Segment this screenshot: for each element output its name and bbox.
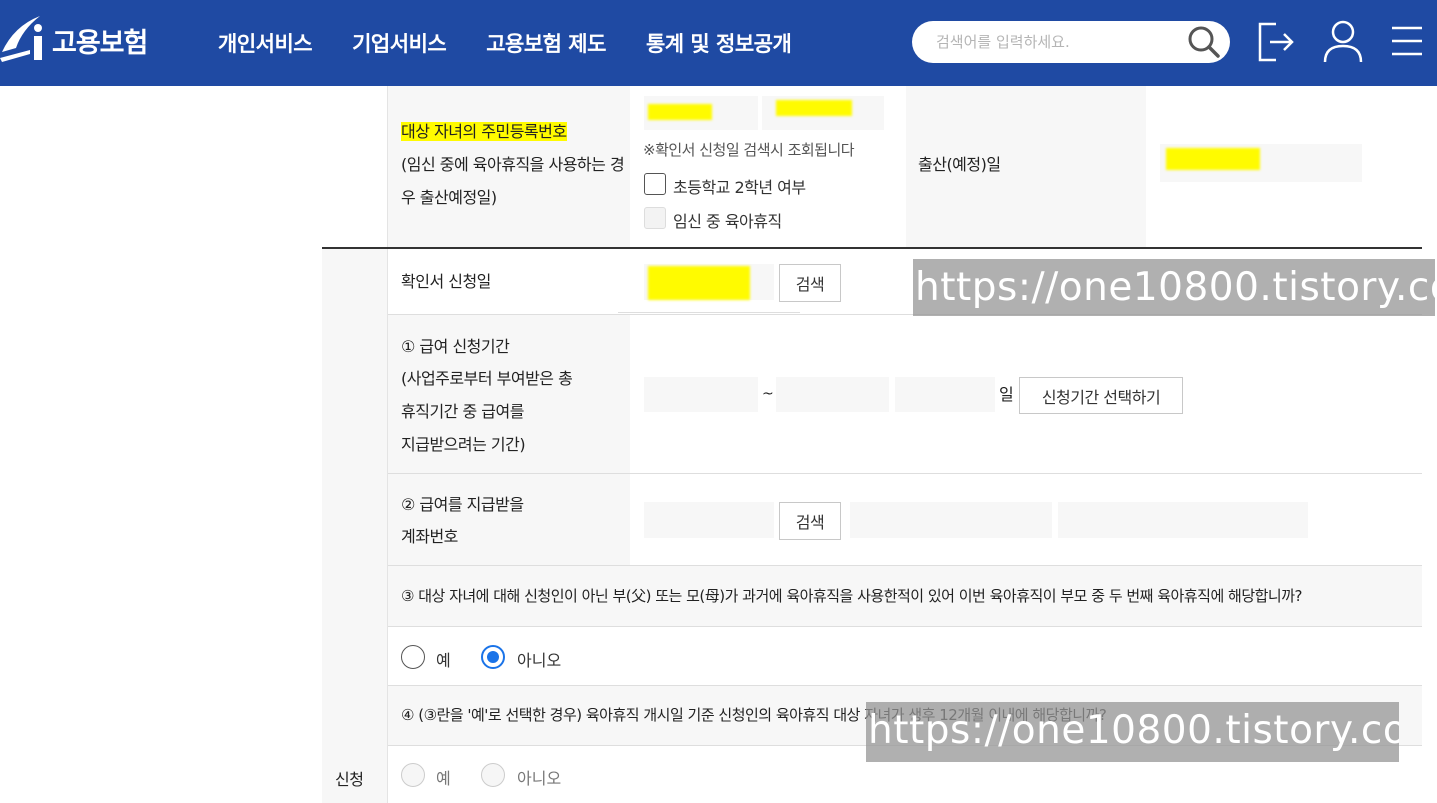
top-header: 고용보험 개인서비스 기업서비스 고용보험 제도 통계 및 정보공개 xyxy=(0,0,1437,86)
birth-date-label: 출산(예정)일 xyxy=(918,155,1001,174)
redacted-value xyxy=(776,100,852,116)
logout-icon[interactable] xyxy=(1256,20,1296,64)
q4-yes-radio[interactable] xyxy=(401,763,425,787)
logo-mark-icon xyxy=(0,16,42,62)
watermark-2: https://one10800.tistory.com xyxy=(866,702,1399,762)
grade2-label: 초등학교 2학년 여부 xyxy=(673,178,806,197)
child-id-label-text: 대상 자녀의 주민등록번호 xyxy=(401,122,567,141)
grade2-checkbox[interactable] xyxy=(644,173,666,195)
account-search-button[interactable]: 검색 xyxy=(779,502,841,540)
child-id-sub-label: (임신 중에 육아휴직을 사용하는 경우 출산예정일) xyxy=(401,155,625,207)
period-label-line3: 휴직기간 중 급여를 xyxy=(401,402,524,421)
q4-yes-label: 예 xyxy=(436,769,451,788)
user-icon[interactable] xyxy=(1322,18,1364,64)
pregnancy-leave-checkbox[interactable] xyxy=(644,207,666,229)
account-label-line1: ② 급여를 지급받을 xyxy=(401,495,524,514)
bank-input[interactable] xyxy=(644,502,774,538)
row-divider xyxy=(388,626,1422,627)
q3-text: ③ 대상 자녀에 대해 신청인이 아닌 부(父) 또는 모(母)가 과거에 육아… xyxy=(401,587,1302,605)
confirm-date-search-button[interactable]: 검색 xyxy=(779,264,841,302)
account-number-input[interactable] xyxy=(850,502,1052,538)
nav-statistics[interactable]: 통계 및 정보공개 xyxy=(646,28,792,58)
period-tilde: ~ xyxy=(762,386,774,402)
nav-business[interactable]: 기업서비스 xyxy=(352,28,447,58)
search-box xyxy=(912,21,1230,63)
nav-system[interactable]: 고용보험 제도 xyxy=(486,28,606,58)
section-label: 신청 xyxy=(335,770,364,789)
section-divider xyxy=(322,247,1422,249)
period-label-line1: ① 급여 신청기간 xyxy=(401,337,510,356)
redacted-value xyxy=(648,104,712,120)
search-input[interactable] xyxy=(936,31,1176,53)
section-label-bg xyxy=(322,249,387,803)
account-holder-input[interactable] xyxy=(1058,502,1308,538)
q3-no-label: 아니오 xyxy=(517,651,562,670)
child-id-label: 대상 자녀의 주민등록번호 xyxy=(401,115,567,148)
main-nav: 개인서비스 기업서비스 고용보험 제도 통계 및 정보공개 xyxy=(218,0,831,86)
q3-yes-radio[interactable] xyxy=(401,645,425,669)
logo[interactable]: 고용보험 xyxy=(0,12,148,68)
period-day-unit: 일 xyxy=(999,385,1014,404)
watermark-1: https://one10800.tistory.com xyxy=(913,259,1435,316)
nav-personal[interactable]: 개인서비스 xyxy=(218,28,313,58)
redacted-value xyxy=(648,266,750,300)
period-label-line4: 지급받으려는 기간) xyxy=(401,435,526,454)
period-label-line2: (사업주로부터 부여받은 총 xyxy=(401,369,573,388)
q4-no-radio[interactable] xyxy=(481,763,505,787)
pregnancy-leave-label: 임신 중 육아휴직 xyxy=(673,212,782,231)
q3-no-radio[interactable] xyxy=(481,645,505,669)
q4-no-label: 아니오 xyxy=(517,769,562,788)
row-divider xyxy=(618,312,800,313)
confirm-date-label: 확인서 신청일 xyxy=(401,272,491,291)
logo-text: 고용보험 xyxy=(52,27,148,59)
period-select-button[interactable]: 신청기간 선택하기 xyxy=(1019,377,1183,414)
period-start-input[interactable] xyxy=(644,377,758,412)
menu-icon[interactable] xyxy=(1390,24,1424,58)
period-days-input[interactable] xyxy=(895,377,995,412)
child-id-note: ※확인서 신청일 검색시 조회됩니다 xyxy=(643,141,855,159)
q3-yes-label: 예 xyxy=(436,651,451,670)
period-end-input[interactable] xyxy=(776,377,889,412)
redacted-value xyxy=(1166,148,1260,170)
search-icon[interactable] xyxy=(1185,24,1221,60)
account-label-line2: 계좌번호 xyxy=(401,527,458,546)
